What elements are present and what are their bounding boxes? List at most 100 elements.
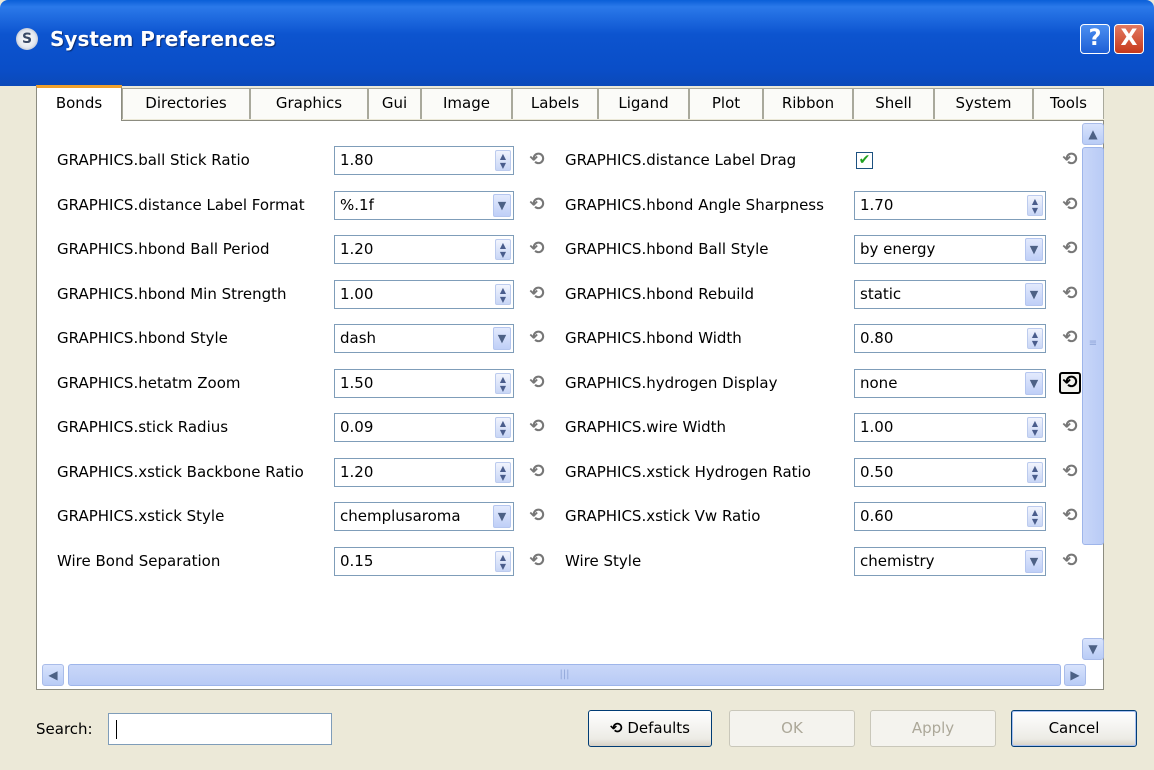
reset-arrow-icon[interactable]: ⟲ [1059, 238, 1081, 260]
scroll-up-button[interactable]: ▲ [1082, 123, 1104, 145]
tab-ribbon[interactable]: Ribbon [763, 88, 853, 119]
tab-labels[interactable]: Labels [512, 88, 598, 119]
help-button[interactable]: ? [1080, 24, 1110, 54]
reset-arrow-icon[interactable]: ⟲ [1059, 371, 1081, 394]
graphics-hetatm-zoom-spinbox[interactable]: 1.50 ▲ ▼ [334, 368, 514, 398]
title-bar[interactable]: S System Preferences ? X [0, 0, 1154, 86]
chevron-down-icon[interactable]: ▼ [1025, 549, 1043, 573]
reset-arrow-icon[interactable]: ⟲ [526, 550, 548, 572]
reset-arrow-icon[interactable]: ⟲ [526, 283, 548, 305]
field-value: by energy [860, 240, 936, 258]
reset-arrow-icon[interactable]: ⟲ [1059, 194, 1081, 216]
spinner-arrows-icon[interactable]: ▲ ▼ [495, 417, 511, 438]
reset-arrow-icon[interactable]: ⟲ [1059, 416, 1081, 438]
tab-graphics[interactable]: Graphics [250, 88, 368, 119]
horizontal-scroll-thumb[interactable]: ||| [68, 664, 1061, 686]
vertical-scroll-thumb[interactable]: ≡ [1082, 147, 1104, 545]
graphics-hbond-angle-sharpness-spinbox[interactable]: 1.70 ▲ ▼ [854, 190, 1046, 220]
chevron-down-icon[interactable]: ▼ [1025, 282, 1043, 306]
tab-bonds[interactable]: Bonds [36, 85, 122, 121]
spinner-arrows-icon[interactable]: ▲ ▼ [495, 283, 511, 305]
spinner-arrows-icon[interactable]: ▲ ▼ [495, 239, 511, 260]
reset-arrow-icon[interactable]: ⟲ [526, 149, 548, 171]
setting-label: GRAPHICS.stick Radius [57, 418, 229, 436]
tab-system[interactable]: System [934, 88, 1033, 119]
field-value: 0.09 [340, 418, 374, 436]
cancel-button[interactable]: Cancel [1011, 710, 1137, 747]
tab-shell[interactable]: Shell [853, 88, 934, 119]
reset-arrow-icon[interactable]: ⟲ [1059, 461, 1081, 483]
graphics-hbond-min-strength-spinbox[interactable]: 1.00 ▲ ▼ [334, 279, 514, 309]
reset-arrow-icon[interactable]: ⟲ [526, 505, 548, 527]
field-value: none [860, 373, 898, 392]
graphics-xstick-style-select[interactable]: chemplusaroma ▼ [334, 502, 514, 531]
reset-arrow-icon[interactable]: ⟲ [1059, 283, 1081, 305]
field-value: chemistry [860, 551, 935, 570]
scroll-left-button[interactable]: ◀ [42, 664, 64, 686]
spinner-arrows-icon[interactable]: ▲ ▼ [1027, 417, 1043, 438]
chevron-down-icon[interactable]: ▼ [1025, 238, 1043, 261]
graphics-xstick-hydrogen-ratio-spinbox[interactable]: 0.50 ▲ ▼ [854, 457, 1046, 487]
spinner-arrows-icon[interactable]: ▲ ▼ [495, 461, 511, 483]
chevron-down-icon[interactable]: ▼ [493, 327, 511, 350]
search-input[interactable] [108, 713, 332, 745]
defaults-button[interactable]: ⟲ Defaults [588, 710, 712, 747]
field-value: 1.00 [340, 284, 374, 303]
graphics-xstick-backbone-ratio-spinbox[interactable]: 1.20 ▲ ▼ [334, 457, 514, 487]
chevron-down-icon[interactable]: ▼ [493, 193, 511, 217]
field-value: 0.50 [860, 462, 894, 481]
reset-arrow-icon[interactable]: ⟲ [1059, 505, 1081, 527]
spinner-arrows-icon[interactable]: ▲ ▼ [1027, 328, 1043, 349]
scroll-right-button[interactable]: ▶ [1064, 664, 1086, 686]
graphics-hbond-width-spinbox[interactable]: 0.80 ▲ ▼ [854, 324, 1046, 353]
close-button[interactable]: X [1114, 24, 1144, 54]
reset-arrow-icon[interactable]: ⟲ [1059, 327, 1081, 349]
graphics-ball-stick-ratio-spinbox[interactable]: 1.80 ▲ ▼ [334, 146, 514, 175]
tab-image[interactable]: Image [421, 88, 512, 119]
tab-ligand[interactable]: Ligand [598, 88, 689, 119]
graphics-hbond-rebuild-select[interactable]: static ▼ [854, 279, 1046, 309]
reset-arrow-icon[interactable]: ⟲ [526, 238, 548, 260]
graphics-wire-width-spinbox[interactable]: 1.00 ▲ ▼ [854, 413, 1046, 442]
chevron-down-icon[interactable]: ▼ [1025, 371, 1043, 395]
graphics-hydrogen-display-select[interactable]: none ▼ [854, 368, 1046, 398]
graphics-stick-radius-spinbox[interactable]: 0.09 ▲ ▼ [334, 413, 514, 442]
graphics-distance-label-format-select[interactable]: %.1f ▼ [334, 190, 514, 220]
graphics-distance-label-drag-checkbox[interactable]: ✔ [856, 152, 873, 169]
setting-label: Wire Style [565, 551, 642, 570]
field-value: static [860, 284, 902, 303]
setting-label: GRAPHICS.hetatm Zoom [57, 373, 241, 392]
window-title: System Preferences [50, 27, 276, 51]
spinner-arrows-icon[interactable]: ▲ ▼ [495, 550, 511, 572]
setting-label: GRAPHICS.xstick Style [57, 507, 225, 525]
tab-directories[interactable]: Directories [122, 88, 250, 119]
reset-arrow-icon[interactable]: ⟲ [526, 416, 548, 438]
reset-arrow-icon[interactable]: ⟲ [526, 372, 548, 394]
graphics-xstick-vw-ratio-spinbox[interactable]: 0.60 ▲ ▼ [854, 502, 1046, 531]
scroll-down-button[interactable]: ▼ [1082, 638, 1104, 660]
tab-gui[interactable]: Gui [368, 88, 421, 119]
spinner-arrows-icon[interactable]: ▲ ▼ [1027, 506, 1043, 527]
reset-arrow-icon[interactable]: ⟲ [526, 194, 548, 216]
wire-bond-separation-spinbox[interactable]: 0.15 ▲ ▼ [334, 546, 514, 576]
graphics-hbond-style-select[interactable]: dash ▼ [334, 324, 514, 353]
tab-plot[interactable]: Plot [689, 88, 763, 119]
reset-arrow-icon[interactable]: ⟲ [1059, 149, 1081, 171]
spinner-arrows-icon[interactable]: ▲ ▼ [495, 372, 511, 394]
tab-tools[interactable]: Tools [1033, 88, 1104, 119]
chevron-down-icon[interactable]: ▼ [493, 505, 511, 528]
reset-arrow-icon[interactable]: ⟲ [526, 461, 548, 483]
spinner-arrows-icon[interactable]: ▲ ▼ [1027, 461, 1043, 483]
wire-style-select[interactable]: chemistry ▼ [854, 546, 1046, 576]
reset-arrow-icon[interactable]: ⟲ [1059, 550, 1081, 572]
spinner-arrows-icon[interactable]: ▲ ▼ [495, 150, 511, 171]
graphics-hbond-ball-period-spinbox[interactable]: 1.20 ▲ ▼ [334, 235, 514, 264]
reset-arrow-icon[interactable]: ⟲ [526, 327, 548, 349]
field-value: 1.00 [860, 418, 894, 436]
ok-button[interactable]: OK [729, 710, 855, 747]
setting-label: GRAPHICS.xstick Backbone Ratio [57, 462, 304, 481]
spinner-arrows-icon[interactable]: ▲ ▼ [1027, 194, 1043, 216]
apply-button[interactable]: Apply [870, 710, 996, 747]
graphics-hbond-ball-style-select[interactable]: by energy ▼ [854, 235, 1046, 264]
field-value: 1.70 [860, 195, 894, 214]
